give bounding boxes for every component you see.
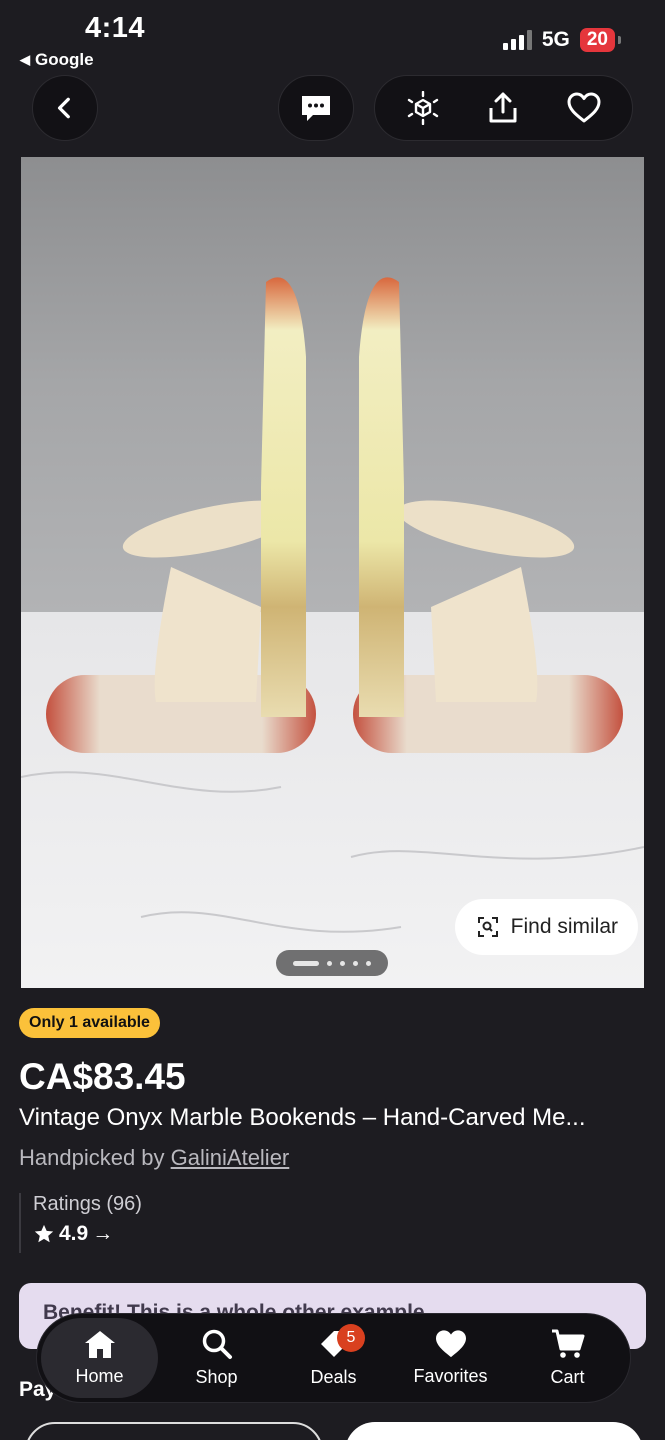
scan-icon [477, 917, 498, 937]
heart-icon [567, 92, 601, 123]
deals-badge: 5 [337, 1324, 365, 1352]
signal-icon [502, 30, 532, 50]
status-time: 4:14 [85, 12, 146, 44]
handpicked-prefix: Handpicked by [19, 1145, 171, 1170]
share-button[interactable] [473, 78, 533, 138]
share-icon [489, 92, 517, 123]
message-button[interactable] [278, 75, 354, 141]
nav-shop[interactable]: Shop [158, 1318, 275, 1398]
nav-shop-label: Shop [195, 1367, 238, 1387]
nav-home[interactable]: Home [41, 1318, 158, 1398]
network-label: 5G [541, 28, 570, 51]
message-icon [302, 96, 330, 121]
pager-dot [366, 960, 371, 966]
product-image[interactable]: Find similar [21, 157, 644, 988]
nav-favorites[interactable]: Favorites [392, 1318, 509, 1398]
product-photo [21, 157, 644, 988]
nav-favorites-label: Favorites [413, 1366, 488, 1386]
pager-dot [340, 960, 345, 966]
favorite-button[interactable] [554, 78, 614, 138]
battery-indicator: 20 [579, 28, 622, 52]
pager-dot-active [293, 960, 319, 966]
back-triangle-icon: ◀ [20, 52, 30, 67]
pager-dot [353, 960, 358, 966]
rating-value: 4.9 [59, 1222, 89, 1245]
handpicked-by: Handpicked by GaliniAtelier [19, 1145, 289, 1171]
star-icon [34, 1224, 54, 1243]
search-icon [202, 1329, 232, 1359]
image-pager[interactable] [276, 950, 388, 976]
bottom-nav: Home Shop 5 Deals Favorites Cart [36, 1313, 631, 1403]
nav-cart-label: Cart [550, 1367, 585, 1387]
arrow-right-icon: → [92, 1222, 114, 1245]
heart-icon [435, 1330, 466, 1358]
back-button[interactable] [32, 75, 98, 141]
chevron-left-icon [57, 97, 70, 119]
find-similar-button[interactable]: Find similar [454, 899, 638, 955]
pager-dot [327, 960, 332, 966]
find-similar-label: Find similar [510, 915, 618, 938]
listing-title[interactable]: Vintage Onyx Marble Bookends – Hand-Carv… [19, 1104, 644, 1132]
secondary-action-button[interactable] [25, 1422, 323, 1440]
ratings-summary[interactable]: Ratings (96) 4.9 → [19, 1193, 142, 1253]
availability-badge: Only 1 available [19, 1008, 160, 1038]
shop-link[interactable]: GaliniAtelier [171, 1145, 290, 1170]
price: CA$83.45 [19, 1056, 186, 1097]
back-to-app-link[interactable]: ◀ Google [20, 50, 94, 70]
nav-cart[interactable]: Cart [509, 1318, 626, 1398]
nav-deals[interactable]: 5 Deals [275, 1318, 392, 1398]
primary-action-button[interactable] [345, 1422, 643, 1440]
action-pill [374, 75, 633, 141]
nav-deals-label: Deals [310, 1367, 357, 1387]
view-in-ar-button[interactable] [393, 78, 453, 138]
back-app-label: Google [35, 50, 94, 69]
ar-cube-icon [407, 91, 439, 125]
status-indicators: 5G 20 [502, 28, 622, 52]
ratings-label: Ratings (96) [33, 1193, 142, 1215]
rating-score: 4.9 → [33, 1222, 142, 1246]
cart-icon [551, 1329, 584, 1358]
nav-home-label: Home [75, 1366, 124, 1386]
home-icon [84, 1331, 115, 1358]
